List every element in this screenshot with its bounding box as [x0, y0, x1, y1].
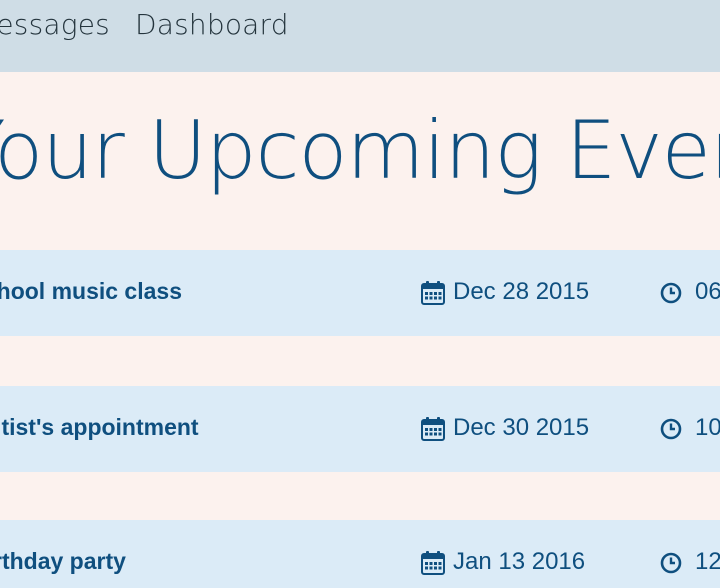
event-date: Dec 30 2015: [453, 414, 590, 441]
event-row[interactable]: Dentist's appointment Dec 30 2015 10: [0, 386, 720, 472]
clock-icon: [660, 282, 682, 304]
nav-link-dashboard[interactable]: Dashboard: [135, 8, 289, 41]
event-date: Dec 28 2015: [453, 278, 590, 305]
calendar-icon: [421, 281, 445, 305]
event-time: 10: [695, 414, 720, 441]
event-time: 06: [695, 278, 720, 305]
event-date: Jan 13 2016: [453, 548, 586, 575]
event-title[interactable]: After school music class: [0, 278, 182, 305]
top-nav: Messages Dashboard: [0, 0, 720, 72]
clock-icon: [660, 552, 682, 574]
clock-icon: [660, 418, 682, 440]
event-time: 12: [695, 548, 720, 575]
event-title[interactable]: Dentist's appointment: [0, 414, 199, 441]
calendar-icon: [421, 551, 445, 575]
page-title: Your Upcoming Events: [0, 104, 720, 197]
page: Messages Dashboard Your Upcoming Events …: [0, 0, 720, 588]
calendar-icon: [421, 417, 445, 441]
event-row[interactable]: After school music class Dec 28 2015 06: [0, 250, 720, 336]
event-row[interactable]: Birthday party Jan 13 2016 12: [0, 520, 720, 588]
event-title[interactable]: Birthday party: [0, 548, 126, 575]
nav-link-messages[interactable]: Messages: [0, 8, 110, 41]
